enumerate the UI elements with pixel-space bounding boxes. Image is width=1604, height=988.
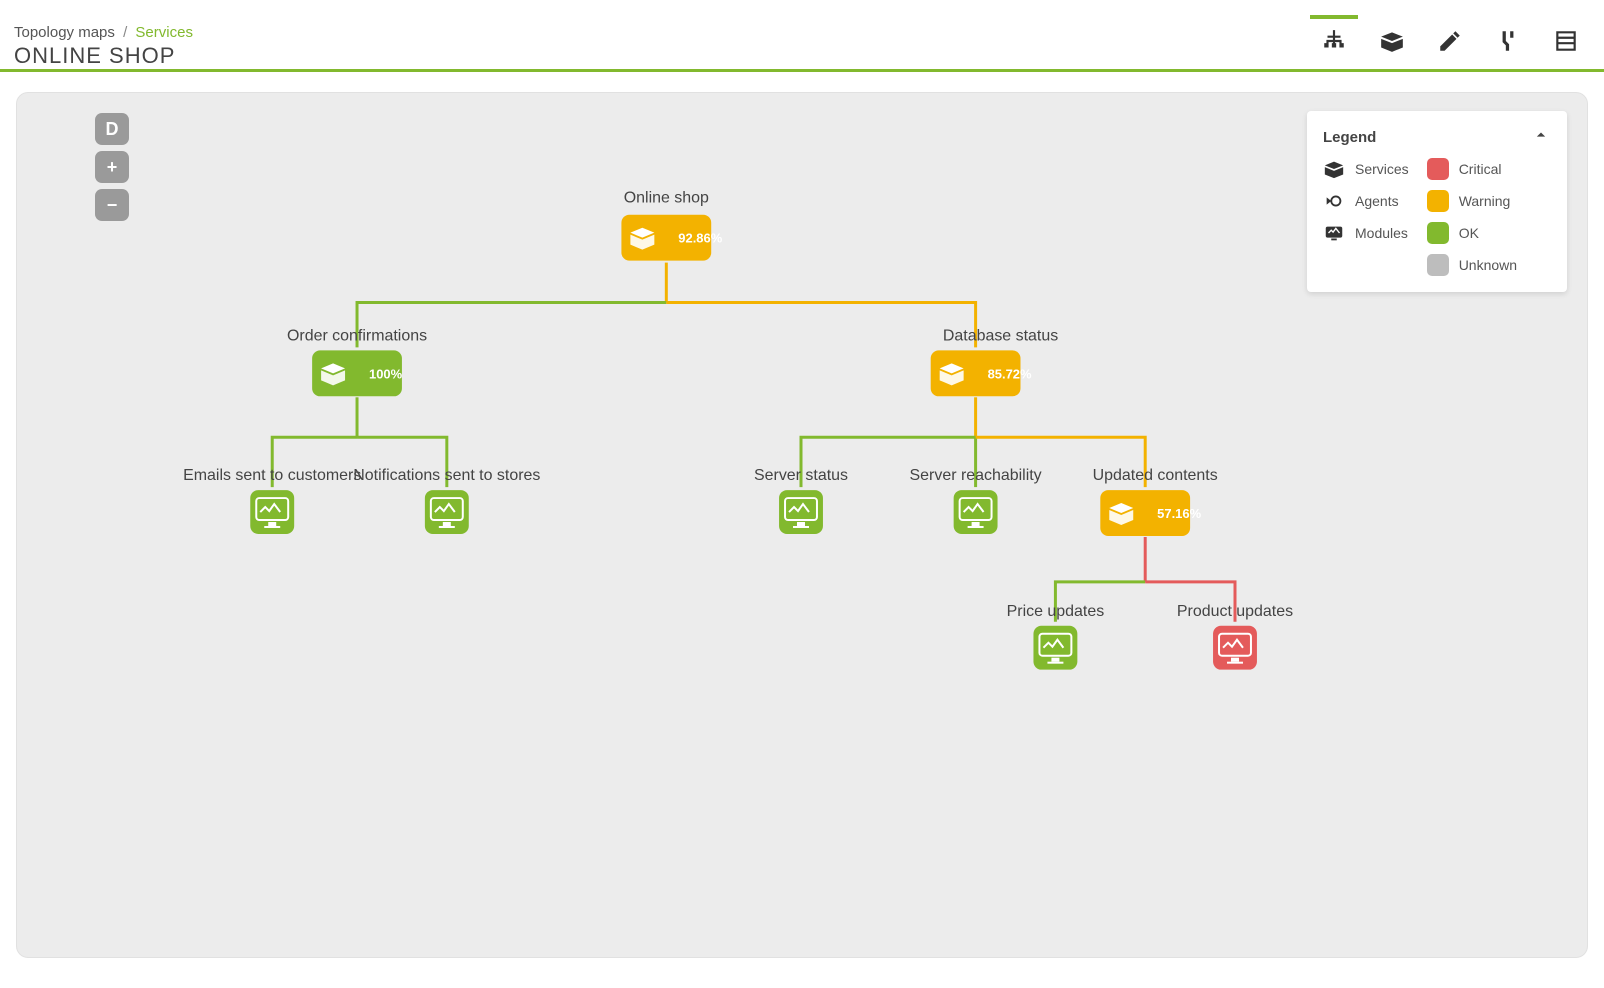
svg-text:Online shop: Online shop [624,190,709,207]
breadcrumb-current[interactable]: Services [135,24,193,41]
node-price-updates[interactable]: Price updates [1007,603,1105,670]
agent-icon [1323,190,1345,212]
topology-canvas[interactable]: D + − Legend Services Agents [16,92,1588,958]
legend-collapse-button[interactable] [1531,125,1551,150]
sitemap-icon [1321,28,1347,54]
svg-text:Server reachability: Server reachability [910,467,1042,484]
pencil-icon [1437,28,1463,54]
swatch-unknown [1427,254,1449,276]
breadcrumb-sep: / [123,24,127,41]
tool-service[interactable] [1368,15,1416,63]
legend-status-warning: Warning [1427,190,1517,212]
page-title: ONLINE SHOP [14,43,193,69]
tool-config[interactable] [1484,15,1532,63]
svg-text:Updated contents: Updated contents [1093,467,1218,484]
wrench-icon [1495,28,1521,54]
swatch-critical [1427,158,1449,180]
node-notifications-sent[interactable]: Notifications sent to stores [353,467,540,534]
page-header: Topology maps / Services ONLINE SHOP [0,0,1604,72]
legend-type-agents: Agents [1323,190,1409,212]
tool-topology[interactable] [1310,15,1358,63]
breadcrumb: Topology maps / Services [14,24,193,41]
svg-text:Product updates: Product updates [1177,603,1293,620]
node-updated-contents[interactable]: Updated contents 57.16% [1093,467,1218,536]
module-icon [1323,222,1345,244]
swatch-ok [1427,222,1449,244]
svg-text:Server status: Server status [754,467,848,484]
svg-text:57.16%: 57.16% [1157,506,1201,521]
legend-status-critical: Critical [1427,158,1517,180]
legend-status-ok: OK [1427,222,1517,244]
svg-text:92.86%: 92.86% [678,231,722,246]
zoom-controls: D + − [95,113,129,221]
svg-text:Notifications sent to stores: Notifications sent to stores [353,467,540,484]
svg-text:Database status: Database status [943,327,1058,344]
legend-type-services: Services [1323,158,1409,180]
svg-text:Price updates: Price updates [1007,603,1105,620]
svg-text:Emails sent to customers: Emails sent to customers [183,467,361,484]
zoom-default-button[interactable]: D [95,113,129,145]
list-icon [1553,28,1579,54]
header-toolbar [1310,15,1590,69]
zoom-in-button[interactable]: + [95,151,129,183]
svg-text:Order confirmations: Order confirmations [287,327,427,344]
node-database-status[interactable]: Database status 85.72% [931,327,1058,396]
node-emails-sent[interactable]: Emails sent to customers [183,467,361,534]
node-product-updates[interactable]: Product updates [1177,603,1293,670]
node-server-reachability[interactable]: Server reachability [910,467,1042,534]
chevron-up-icon [1531,125,1551,145]
node-online-shop[interactable]: Online shop 92.86% [621,190,722,261]
tool-list[interactable] [1542,15,1590,63]
box-open-icon [1323,158,1345,180]
legend-title: Legend [1323,129,1376,146]
node-server-status[interactable]: Server status [754,467,848,534]
svg-text:85.72%: 85.72% [988,366,1032,381]
swatch-warning [1427,190,1449,212]
zoom-out-button[interactable]: − [95,189,129,221]
legend-panel: Legend Services Agents Modules [1307,111,1567,292]
legend-type-modules: Modules [1323,222,1409,244]
breadcrumb-root[interactable]: Topology maps [14,24,115,41]
tool-edit[interactable] [1426,15,1474,63]
node-order-confirmations[interactable]: Order confirmations 100% [287,327,427,396]
box-open-icon [1379,28,1405,54]
legend-status-unknown: Unknown [1427,254,1517,276]
svg-text:100%: 100% [369,366,403,381]
